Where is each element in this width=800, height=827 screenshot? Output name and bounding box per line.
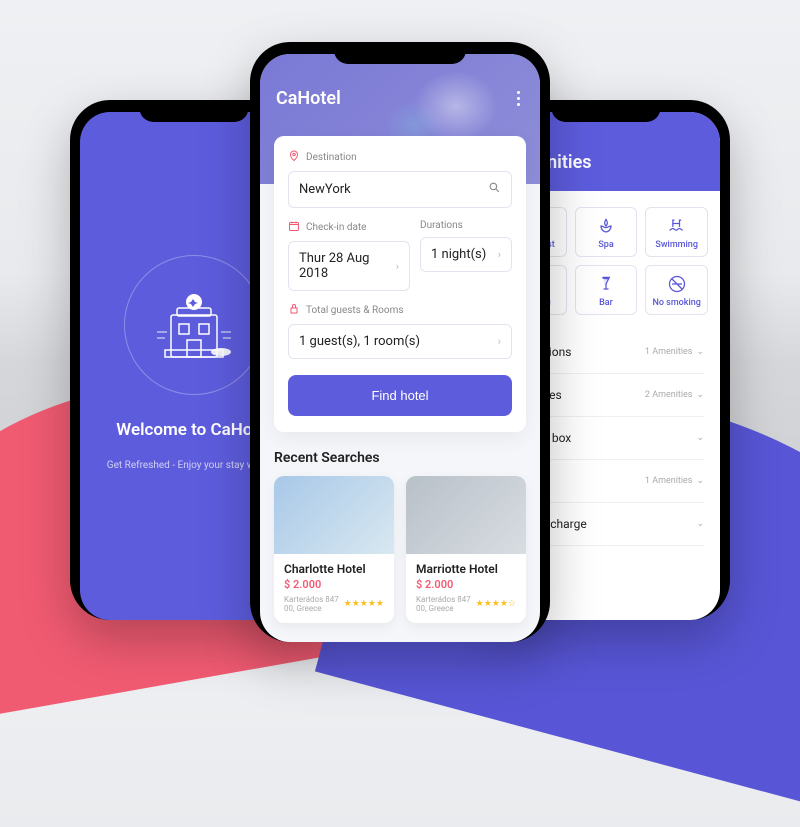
guests-input[interactable]: 1 guest(s), 1 room(s) › [288,324,512,359]
chevron-down-icon: ⌄ [696,433,704,443]
amenity-spa[interactable]: Spa [575,207,638,257]
checkin-input[interactable]: Thur 28 Aug 2018 › [288,241,410,291]
star-rating: ★★★★☆ [476,599,516,609]
star-rating: ★★★★★ [344,599,384,609]
amenity-swimming[interactable]: Swimming [645,207,708,257]
checkin-label: Check-in date [306,222,366,233]
recent-searches-title: Recent Searches [274,450,526,466]
chevron-down-icon: ⌄ [696,347,704,357]
guests-icon [288,303,300,318]
search-card: Destination NewYork Check-in date [274,136,526,432]
chevron-down-icon: ⌄ [696,390,704,400]
hotel-card[interactable]: Marriotte Hotel $ 2.000 Karterádos 847 0… [406,476,526,623]
destination-input[interactable]: NewYork [288,171,512,208]
calendar-icon [288,220,300,235]
find-hotel-button[interactable]: Find hotel [288,375,512,416]
amenity-no-smoking[interactable]: No smoking [645,265,708,315]
chevron-down-icon: ⌄ [696,476,704,486]
chevron-right-icon: › [498,335,501,348]
pin-icon [288,150,300,165]
guests-label: Total guests & Rooms [306,305,404,316]
app-brand: CaHotel [276,88,341,109]
phone-search: CaHotel Destination NewYork [250,42,550,642]
amenity-bar[interactable]: Bar [575,265,638,315]
chevron-right-icon: › [396,260,399,273]
welcome-title: Welcome to CaHotel [116,420,271,440]
duration-input[interactable]: 1 night(s) › [420,237,512,272]
hotel-illustration [124,260,264,390]
duration-label: Durations [420,220,463,231]
destination-label: Destination [306,152,357,163]
more-icon[interactable] [517,91,524,106]
hotel-image [274,476,394,554]
hotel-card[interactable]: Charlotte Hotel $ 2.000 Karterádos 847 0… [274,476,394,623]
chevron-right-icon: › [498,248,501,261]
chevron-down-icon: ⌄ [696,519,704,529]
search-icon[interactable] [488,181,501,198]
hotel-image [406,476,526,554]
